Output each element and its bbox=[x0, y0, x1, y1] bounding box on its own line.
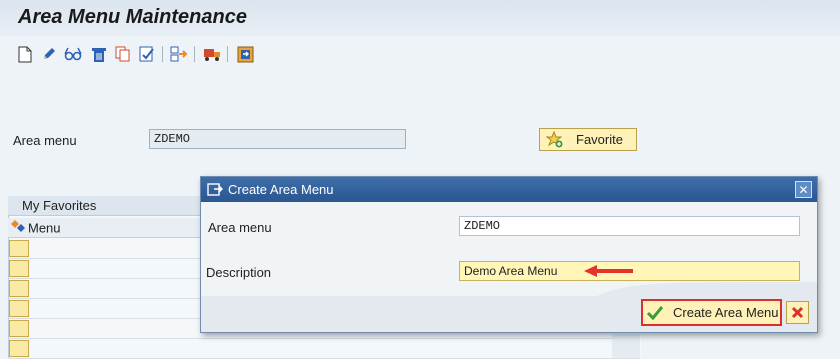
menu-column-header[interactable]: Menu bbox=[8, 218, 208, 238]
dialog-window-icon bbox=[207, 182, 223, 200]
tree-row-cell bbox=[9, 280, 29, 297]
tree-row-cell bbox=[9, 240, 29, 257]
menu-tree-icon bbox=[10, 218, 28, 240]
favorite-star-icon bbox=[546, 131, 563, 148]
delete-trash-icon[interactable] bbox=[90, 44, 108, 64]
copy-icon[interactable] bbox=[114, 44, 132, 64]
dialog-title: Create Area Menu bbox=[228, 182, 334, 197]
tree-row[interactable] bbox=[9, 339, 640, 359]
export-icon[interactable] bbox=[236, 44, 254, 64]
favorite-button-label: Favorite bbox=[576, 132, 623, 147]
favorites-header: My Favorites bbox=[8, 196, 208, 216]
area-menu-label: Area menu bbox=[13, 133, 77, 148]
check-icon[interactable] bbox=[138, 44, 156, 64]
tree-row-cell bbox=[9, 300, 29, 317]
annotation-arrow bbox=[583, 264, 635, 281]
toolbar-separator bbox=[194, 46, 195, 62]
display-glasses-icon[interactable] bbox=[64, 44, 82, 64]
tree-row-cell bbox=[9, 320, 29, 337]
edit-pencil-icon[interactable] bbox=[40, 44, 58, 64]
description-label: Description bbox=[206, 265, 272, 280]
page-title: Area Menu Maintenance bbox=[18, 6, 247, 28]
dialog-area-menu-field[interactable]: ZDEMO bbox=[459, 216, 800, 236]
area-menu-field[interactable]: ZDEMO bbox=[149, 129, 406, 149]
create-area-menu-button[interactable]: Create Area Menu bbox=[641, 299, 782, 326]
create-area-menu-label: Create Area Menu bbox=[673, 305, 779, 320]
tree-scroll-corner bbox=[612, 334, 640, 358]
dialog-area-menu-label: Area menu bbox=[208, 220, 272, 235]
toolbar-separator bbox=[162, 46, 163, 62]
tree-row-cell bbox=[9, 340, 29, 357]
toolbar-separator bbox=[227, 46, 228, 62]
dialog-close-icon[interactable]: ✕ bbox=[795, 181, 812, 198]
favorite-button[interactable]: Favorite bbox=[539, 128, 637, 151]
tree-row-cell bbox=[9, 260, 29, 277]
truck-icon[interactable] bbox=[203, 44, 221, 64]
checkmark-icon bbox=[647, 305, 663, 320]
new-document-icon[interactable] bbox=[16, 44, 34, 64]
menu-column-label: Menu bbox=[28, 220, 61, 236]
transport-icon[interactable] bbox=[170, 44, 188, 64]
cancel-icon[interactable] bbox=[786, 301, 809, 324]
